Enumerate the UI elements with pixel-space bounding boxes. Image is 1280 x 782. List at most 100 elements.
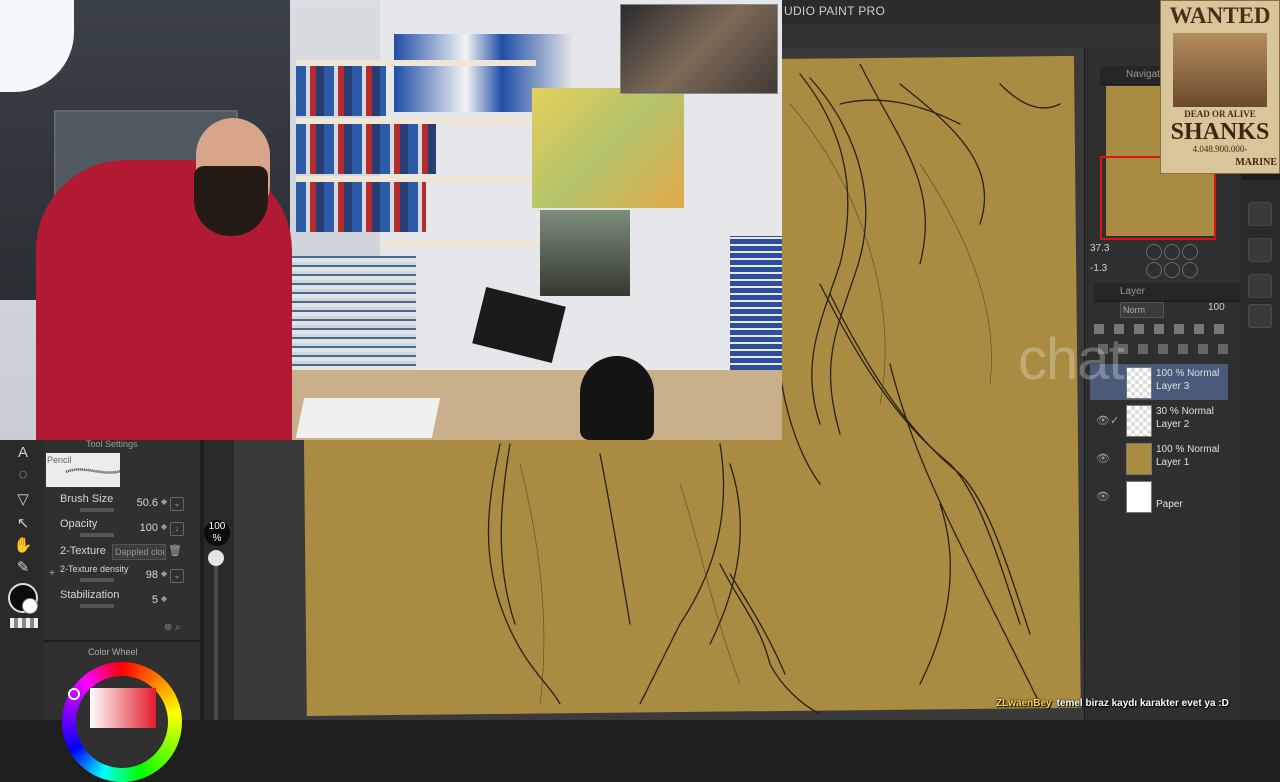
- panel-icon[interactable]: [1248, 304, 1272, 328]
- app-title: UDIO PAINT PRO: [784, 4, 886, 18]
- panel-icon[interactable]: [1248, 274, 1272, 298]
- zoom-in-icon[interactable]: [1164, 244, 1180, 260]
- wanted-portrait: [1173, 33, 1267, 107]
- layer-opacity-blend: 30 % Normal: [1156, 406, 1214, 417]
- webcam-map-poster: [532, 88, 684, 208]
- color-wheel-title: Color Wheel: [88, 647, 138, 657]
- badge-unit: %: [212, 533, 222, 544]
- spinner-icon[interactable]: ◆: [161, 522, 167, 531]
- text-tool-icon[interactable]: A: [12, 444, 34, 464]
- layer-name: Layer 3: [1156, 381, 1190, 392]
- webcam-game-boxes: [296, 182, 426, 232]
- spinner-icon[interactable]: ◆: [161, 497, 167, 506]
- layer-meta: 100 % Normal Layer 3: [1156, 367, 1219, 393]
- trash-icon[interactable]: 🗑: [168, 544, 182, 557]
- expand-plus-icon[interactable]: +: [49, 568, 55, 579]
- texture-select[interactable]: Dappled clou: [112, 544, 166, 560]
- tool-settings-title: Tool Settings: [86, 439, 138, 449]
- brush-size-value[interactable]: 50.6: [120, 497, 158, 509]
- layer-meta: 30 % Normal Layer 2: [1156, 405, 1214, 431]
- webcam-person-beard: [194, 166, 268, 236]
- texture-density-bar[interactable]: [80, 578, 114, 582]
- stabilization-bar[interactable]: [80, 604, 114, 608]
- sub-color-swatch[interactable]: [22, 598, 38, 614]
- overlay-watermark: chat: [1018, 327, 1125, 392]
- move-tool-icon[interactable]: ↖: [12, 514, 34, 534]
- fit-icon[interactable]: [1182, 244, 1198, 260]
- chat-username: ZLwaenBey: [996, 698, 1052, 709]
- stabilization-value[interactable]: 5: [120, 594, 158, 606]
- layer-opacity-blend: 100 % Normal: [1156, 444, 1220, 455]
- wanted-name: SHANKS: [1170, 119, 1270, 145]
- texture-density-label: 2-Texture density: [60, 564, 129, 574]
- right-icon-strip: [1240, 180, 1280, 720]
- rotate-right-icon[interactable]: [1164, 262, 1180, 278]
- eye-icon[interactable]: 👁: [1096, 414, 1110, 427]
- check-icon[interactable]: ✓: [1110, 414, 1119, 427]
- brush-size-slider-panel: [204, 440, 234, 720]
- navigator-zoom-value[interactable]: 37.3: [1090, 243, 1109, 254]
- webcam-art-poster: [540, 210, 630, 296]
- eyedropper-tool-icon[interactable]: ✎: [12, 558, 34, 578]
- rotate-left-icon[interactable]: [1146, 262, 1162, 278]
- layer-name: Layer 1: [1156, 457, 1190, 468]
- webcam-overlay: [0, 0, 782, 440]
- layer-name: Layer 2: [1156, 419, 1190, 430]
- reset-rotation-icon[interactable]: [1182, 262, 1198, 278]
- webcam-picture-in-picture: [620, 4, 778, 94]
- layer-blend-mode-select[interactable]: Norm: [1120, 302, 1164, 318]
- navigator-rotation-value[interactable]: -1.3: [1090, 263, 1107, 274]
- webcam-keyboard: [295, 398, 441, 438]
- wanted-poster: WANTED DEAD OR ALIVE SHANKS 4.048.900.00…: [1160, 0, 1280, 174]
- layer-thumbnail: [1126, 481, 1152, 513]
- brush-stroke-preview: [65, 466, 173, 474]
- transparent-color-swatch[interactable]: [10, 618, 38, 628]
- brush-size-bar[interactable]: [80, 508, 114, 512]
- opacity-bar[interactable]: [80, 533, 114, 537]
- eye-icon[interactable]: 👁: [1096, 452, 1110, 465]
- webcam-shelf: [380, 240, 560, 246]
- eye-icon[interactable]: 👁: [1096, 490, 1110, 503]
- layer-thumbnail: [1126, 367, 1152, 399]
- texture-label: 2-Texture: [60, 545, 106, 557]
- webcam-headset: [580, 356, 654, 440]
- layer-row[interactable]: 👁 Paper: [1090, 478, 1228, 514]
- hand-tool-icon[interactable]: ✋: [12, 536, 34, 556]
- brush-size-slider-handle[interactable]: [208, 550, 224, 566]
- layer-thumbnail: [1126, 405, 1152, 437]
- brush-size-slider-track[interactable]: [214, 552, 218, 720]
- chevron-down-icon[interactable]: ⌄: [170, 569, 184, 583]
- spinner-icon[interactable]: ◆: [161, 569, 167, 578]
- layer-opacity-value[interactable]: 100: [1208, 302, 1225, 313]
- layer-row[interactable]: 👁 ✓ 30 % Normal Layer 2: [1090, 402, 1228, 438]
- opacity-value[interactable]: 100: [120, 522, 158, 534]
- lasso-tool-icon[interactable]: ◌: [12, 466, 34, 486]
- wanted-footer: MARINE: [1235, 157, 1277, 168]
- stabilization-label: Stabilization: [60, 589, 120, 601]
- chevron-down-icon[interactable]: ⌄: [170, 497, 184, 511]
- layer-row[interactable]: 👁 100 % Normal Layer 1: [1090, 440, 1228, 476]
- panel-icon[interactable]: [1248, 238, 1272, 262]
- webcam-game-boxes: [296, 66, 386, 116]
- pressure-icon[interactable]: ↓: [170, 522, 184, 536]
- saturation-value-square[interactable]: [90, 688, 156, 728]
- tool-settings-footer-icons[interactable]: ⊕ ⌕: [164, 622, 196, 636]
- brush-size-badge: 100 %: [204, 520, 230, 546]
- layer-thumbnail: [1126, 443, 1152, 475]
- spinner-icon[interactable]: ◆: [161, 594, 167, 603]
- wanted-bounty: 4.048.900.000-: [1192, 144, 1248, 154]
- tool-palette: A ◌ ▽ ↖ ✋ ✎: [0, 440, 45, 720]
- zoom-out-icon[interactable]: [1146, 244, 1162, 260]
- opacity-label: Opacity: [60, 518, 98, 530]
- figure-tool-icon[interactable]: ▽: [12, 490, 34, 510]
- panel-icon[interactable]: [1248, 202, 1272, 226]
- layer-meta: 100 % Normal Layer 1: [1156, 443, 1219, 469]
- chat-message: ZLwaenBey temel biraz kaydı karakter evet…: [996, 698, 1229, 709]
- webcam-game-boxes: [296, 124, 436, 174]
- layer-opacity-blend: 100 % Normal: [1156, 368, 1220, 379]
- brush-size-label: Brush Size: [60, 493, 114, 505]
- badge-value: 100: [208, 521, 226, 532]
- layer-meta: Paper: [1156, 498, 1183, 511]
- texture-density-value[interactable]: 98: [120, 569, 158, 581]
- layer-name: Paper: [1156, 499, 1183, 510]
